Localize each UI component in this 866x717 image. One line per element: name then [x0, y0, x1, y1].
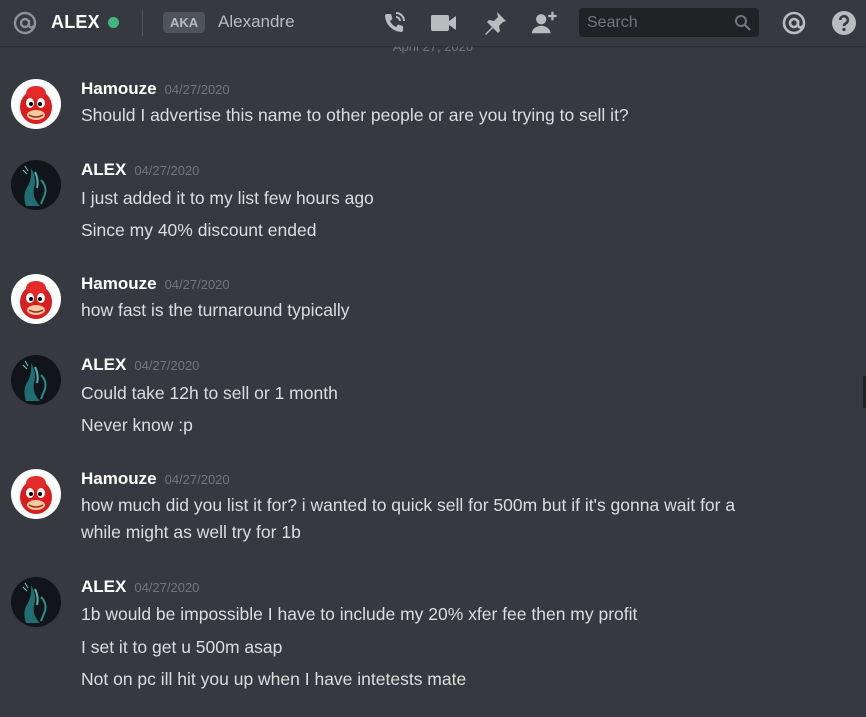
search-bar[interactable] [579, 8, 759, 37]
aka-badge: AKA [163, 12, 206, 33]
author-name[interactable]: Hamouze [81, 79, 157, 98]
add-friend-button[interactable] [530, 9, 558, 37]
dark-teal-avatar [11, 355, 61, 405]
message-text: Should I advertise this name to other pe… [81, 105, 629, 125]
message-text: I set it to get u 500m asap [81, 637, 283, 657]
message-author[interactable]: ALEX 04/27/2020 [81, 160, 199, 180]
message-timestamp: 04/27/2020 [164, 472, 230, 487]
avatar[interactable] [11, 274, 61, 324]
dark-teal-avatar [11, 577, 61, 627]
author-name[interactable]: Hamouze [81, 274, 157, 293]
message-timestamp: 04/27/2020 [134, 163, 200, 178]
message-text: Never know :p [81, 415, 193, 435]
message-text: while might as well try for 1b [81, 522, 301, 542]
message-timestamp: 04/27/2020 [164, 82, 230, 97]
avatar[interactable] [11, 160, 61, 210]
red-knuckles-avatar [11, 274, 61, 324]
author-name[interactable]: Hamouze [81, 469, 157, 488]
red-knuckles-avatar [11, 79, 61, 129]
mentions-icon [782, 11, 806, 35]
message-text: 1b would be impossible I have to include… [81, 604, 638, 624]
voice-call-button[interactable] [380, 9, 408, 37]
message-text: I just added it to my list few hours ago [81, 188, 374, 208]
message-timestamp: 04/27/2020 [134, 580, 200, 595]
video-call-icon [431, 15, 456, 31]
help-button[interactable] [830, 9, 858, 37]
message-author[interactable]: Hamouze 04/27/2020 [81, 469, 230, 489]
avatar[interactable] [11, 469, 61, 519]
search-input[interactable] [579, 8, 729, 37]
message-list[interactable]: April 27, 2020 Hamouze 04/27/2020 Should … [0, 46, 866, 717]
message-text: how much did you list it for? i wanted t… [81, 495, 736, 515]
message-text: how fast is the turnaround typically [81, 300, 350, 320]
channel-title: ALEX [51, 12, 100, 32]
mentions-button[interactable] [780, 9, 808, 37]
author-name[interactable]: ALEX [81, 577, 126, 596]
message-text: Not on pc ill hit you up when I have int… [81, 669, 467, 689]
author-name[interactable]: ALEX [81, 160, 126, 179]
pin-icon [485, 12, 506, 35]
avatar[interactable] [11, 79, 61, 129]
header-divider [142, 10, 143, 36]
red-knuckles-avatar [11, 469, 61, 519]
message-timestamp: 04/27/2020 [134, 358, 200, 373]
channel-header: ALEX AKA Alexandre [0, 0, 866, 46]
message-author[interactable]: Hamouze 04/27/2020 [81, 274, 230, 294]
search-icon [735, 15, 751, 31]
online-status-dot [108, 17, 119, 28]
date-divider: April 27, 2020 [392, 46, 474, 54]
video-call-button[interactable] [430, 9, 458, 37]
pinned-messages-button[interactable] [481, 9, 509, 37]
aka-nickname: Alexandre [218, 12, 295, 31]
author-name[interactable]: ALEX [81, 355, 126, 374]
voice-call-icon [385, 12, 405, 32]
message-text: Could take 12h to sell or 1 month [81, 383, 338, 403]
add-friend-icon [531, 11, 557, 34]
message-author[interactable]: ALEX 04/27/2020 [81, 355, 199, 375]
avatar[interactable] [11, 577, 61, 627]
message-timestamp: 04/27/2020 [164, 277, 230, 292]
help-icon [832, 11, 856, 35]
at-icon [13, 11, 37, 35]
message-author[interactable]: Hamouze 04/27/2020 [81, 79, 230, 99]
avatar[interactable] [11, 355, 61, 405]
dark-teal-avatar [11, 160, 61, 210]
message-author[interactable]: ALEX 04/27/2020 [81, 577, 199, 597]
message-text: Since my 40% discount ended [81, 220, 317, 240]
